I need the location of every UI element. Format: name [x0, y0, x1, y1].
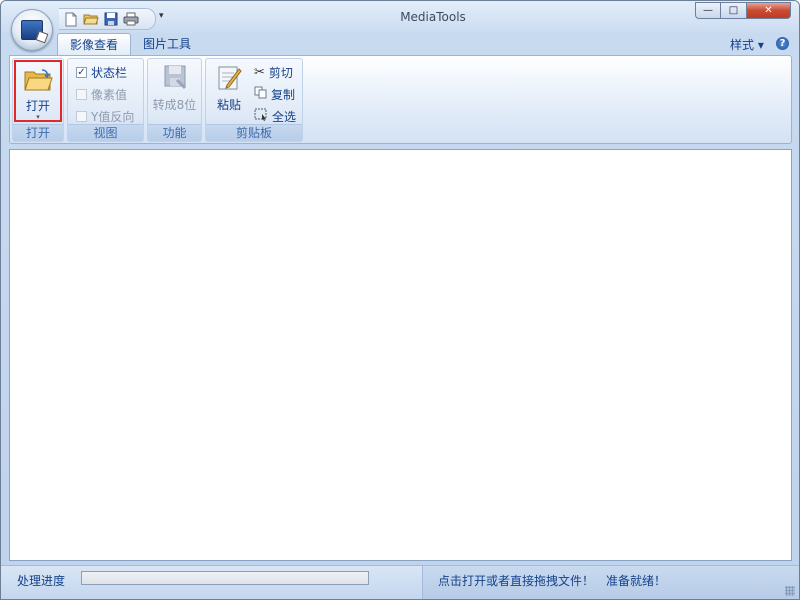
pixel-value-checkbox[interactable]: 像素值: [76, 85, 127, 103]
minimize-button[interactable]: —: [695, 2, 721, 19]
group-open: 打开 ▾ 打开: [12, 58, 64, 142]
title-bar: ▾ MediaTools — □ ✕: [1, 1, 799, 33]
main-window: ▾ MediaTools — □ ✕ 影像查看 图片工具 样式 ▾ ? 打开 ▾…: [0, 0, 800, 600]
maximize-icon: □: [728, 5, 739, 16]
maximize-button[interactable]: □: [721, 2, 747, 19]
cut-button[interactable]: ✂ 剪切: [254, 63, 293, 81]
window-controls: — □ ✕: [695, 2, 791, 20]
paste-icon: [215, 63, 243, 94]
y-reverse-check-icon: [76, 110, 87, 122]
copy-icon: [254, 86, 267, 102]
convert-8bit-button[interactable]: 转成8位: [149, 63, 200, 113]
convert-8bit-label: 转成8位: [152, 98, 197, 112]
group-function-label: 功能: [148, 124, 201, 141]
open-folder-large-icon: [23, 68, 53, 95]
status-right-pane: 点击打开或者直接拖拽文件！ 准备就绪！: [422, 566, 799, 599]
progress-label: 处理进度: [17, 574, 66, 588]
app-logo-icon: [21, 20, 43, 40]
status-bar: 处理进度 点击打开或者直接拖拽文件！ 准备就绪！: [1, 565, 799, 599]
image-view-area[interactable]: [9, 149, 792, 561]
y-reverse-checkbox[interactable]: Y值反向: [76, 107, 134, 125]
pixel-value-check-icon: [76, 88, 87, 100]
scissors-icon: ✂: [254, 64, 265, 80]
open-dropdown-icon: ▾: [36, 113, 40, 121]
select-all-label: 全选: [272, 109, 297, 124]
statusbar-checkbox-label: 状态栏: [91, 65, 128, 80]
status-ready: 准备就绪！: [606, 574, 667, 588]
copy-label: 复制: [271, 87, 296, 102]
minimize-icon: —: [703, 5, 713, 16]
open-button-label: 打开: [25, 99, 50, 113]
convert-8bit-icon: [161, 63, 189, 94]
open-button[interactable]: 打开 ▾: [14, 60, 62, 122]
window-title: MediaTools: [400, 10, 466, 24]
group-clipboard-label: 剪贴板: [206, 124, 302, 141]
paste-button[interactable]: 粘贴: [209, 63, 249, 113]
group-open-label: 打开: [13, 124, 63, 141]
pixel-value-checkbox-label: 像素值: [91, 87, 128, 102]
tab-image-tools[interactable]: 图片工具: [131, 33, 203, 55]
select-all-button[interactable]: 全选: [254, 107, 296, 125]
status-message: 点击打开或者直接拖拽文件！: [438, 574, 595, 588]
y-reverse-checkbox-label: Y值反向: [91, 109, 135, 124]
group-view: ✓ 状态栏 像素值 Y值反向 视图: [67, 58, 144, 142]
group-function: 转成8位 功能: [147, 58, 202, 142]
close-icon: ✕: [764, 5, 773, 16]
help-icon[interactable]: ?: [776, 37, 789, 50]
app-menu-button[interactable]: [11, 9, 53, 51]
ribbon-panel: 打开 ▾ 打开 ✓ 状态栏 像素值 Y值反向 视图 转成8位 功能 粘贴 ✂ 剪…: [9, 55, 792, 144]
select-all-icon: [254, 108, 268, 124]
statusbar-checkbox[interactable]: ✓ 状态栏: [76, 63, 127, 81]
progress-bar: [81, 571, 369, 585]
close-button[interactable]: ✕: [747, 2, 791, 19]
copy-button[interactable]: 复制: [254, 85, 295, 103]
group-view-label: 视图: [68, 124, 143, 141]
group-clipboard: 粘贴 ✂ 剪切 复制 全选 剪贴板: [205, 58, 303, 142]
style-menu[interactable]: 样式 ▾: [730, 36, 764, 53]
cut-label: 剪切: [268, 65, 293, 80]
paste-label: 粘贴: [216, 98, 241, 112]
tab-image-view[interactable]: 影像查看: [57, 33, 132, 55]
ribbon-tabs: 影像查看 图片工具: [57, 33, 203, 55]
resize-grip-icon[interactable]: [785, 586, 795, 596]
status-left-pane: 处理进度: [1, 566, 421, 599]
statusbar-check-icon: ✓: [76, 66, 87, 78]
